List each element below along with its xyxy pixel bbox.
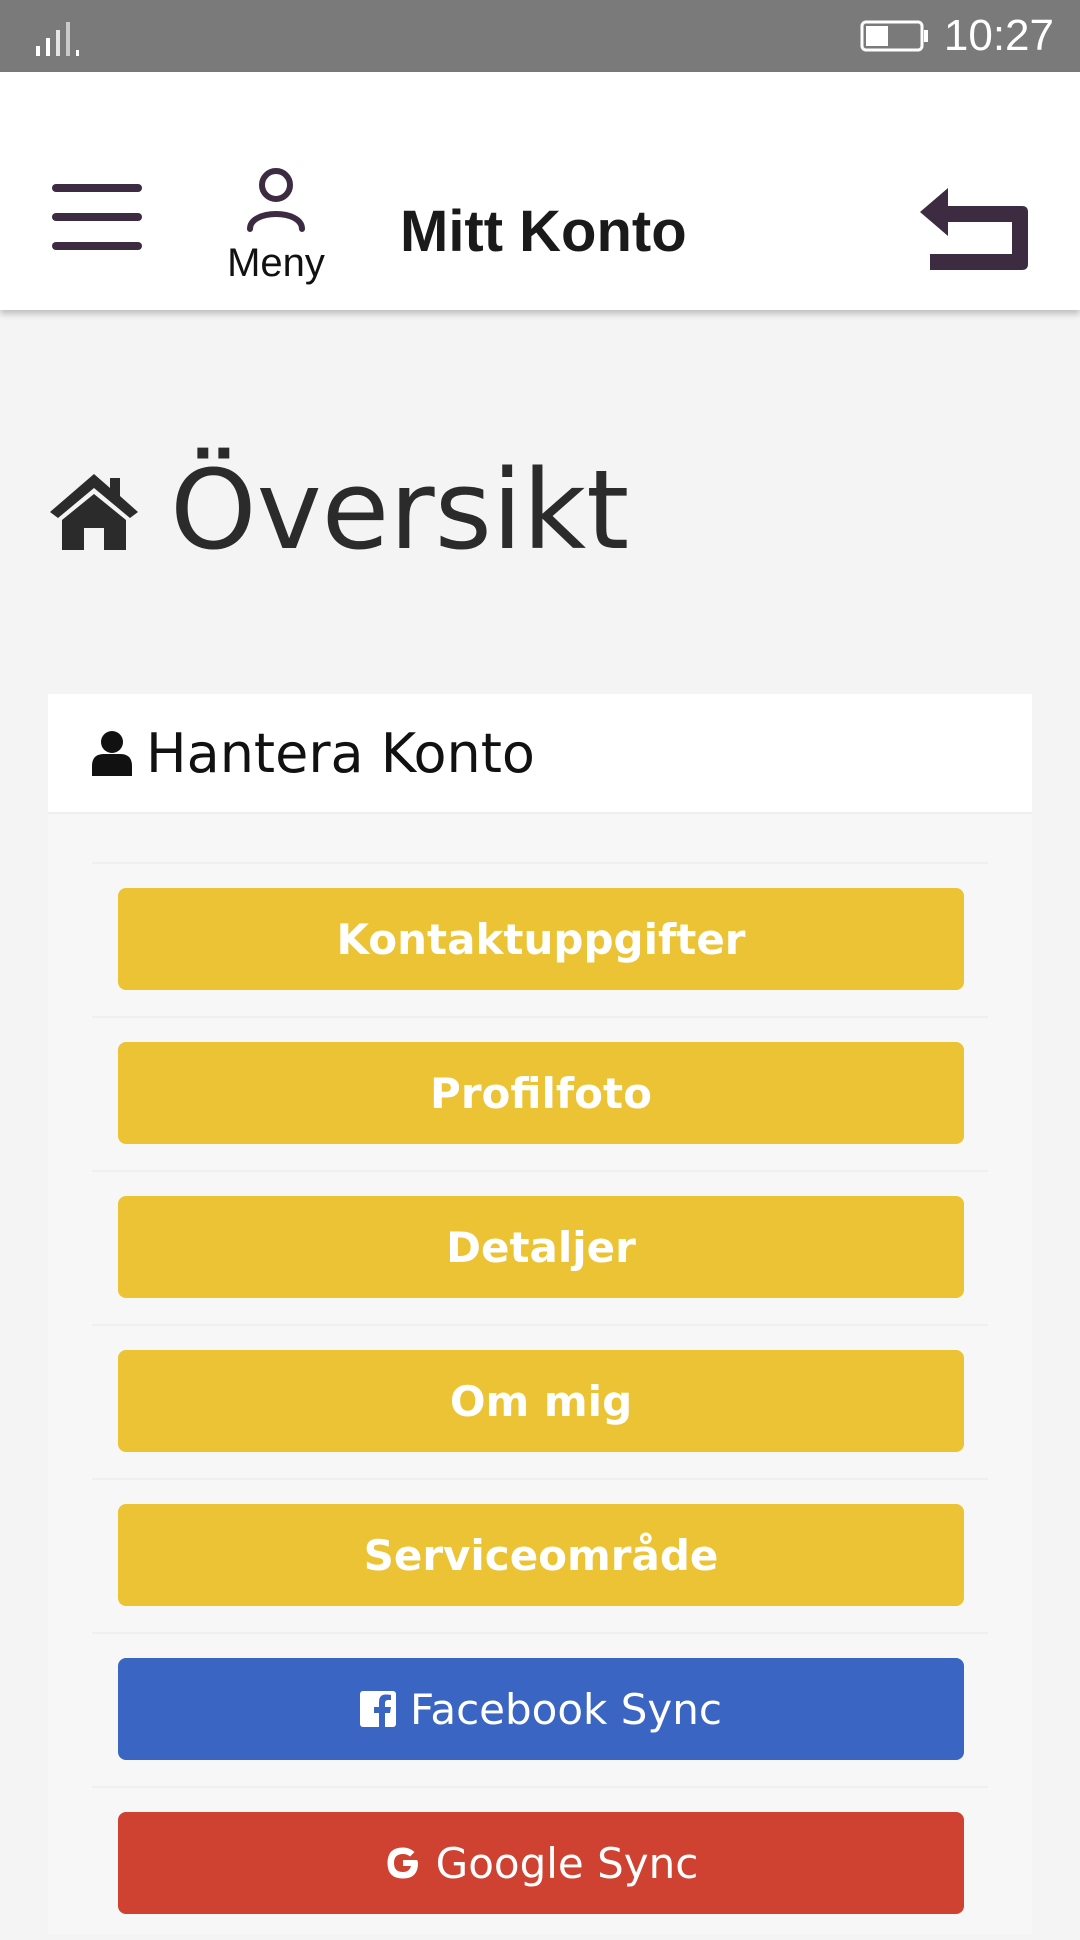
- details-button[interactable]: Detaljer: [118, 1196, 964, 1298]
- battery-icon: [860, 20, 928, 52]
- facebook-icon: [360, 1691, 397, 1727]
- about-me-button[interactable]: Om mig: [118, 1350, 964, 1452]
- menu-button[interactable]: Meny: [214, 167, 338, 297]
- list-item: Serviceområde: [92, 1478, 988, 1632]
- account-card: Hantera Konto Kontaktuppgifter Profilfot…: [48, 694, 1032, 1934]
- button-label: Detaljer: [446, 1222, 636, 1272]
- button-label: Profilfoto: [430, 1068, 652, 1118]
- button-label: Facebook Sync: [410, 1684, 722, 1734]
- facebook-sync-button[interactable]: Facebook Sync: [118, 1658, 964, 1760]
- app-header: Meny Mitt Konto: [0, 72, 1080, 310]
- hamburger-line: [52, 213, 142, 221]
- home-icon: [50, 474, 138, 550]
- hamburger-menu-button[interactable]: [52, 184, 144, 250]
- page-title: Översikt: [170, 446, 630, 574]
- status-bar: 10:27: [0, 0, 1080, 72]
- app-title: Mitt Konto: [400, 199, 687, 264]
- list-item: Detaljer: [92, 1170, 988, 1324]
- button-label: Serviceområde: [363, 1530, 719, 1580]
- list-item: Kontaktuppgifter: [92, 862, 988, 1016]
- status-time: 10:27: [943, 11, 1054, 60]
- service-area-button[interactable]: Serviceområde: [118, 1504, 964, 1606]
- card-header: Hantera Konto: [48, 694, 1032, 814]
- google-icon: [387, 1847, 418, 1879]
- hamburger-line: [52, 242, 142, 250]
- menu-label: Meny: [227, 241, 325, 285]
- list-item: Om mig: [92, 1324, 988, 1478]
- profile-photo-button[interactable]: Profilfoto: [118, 1042, 964, 1144]
- account-actions-list: Kontaktuppgifter Profilfoto Detaljer Om …: [92, 862, 988, 1940]
- back-arrow-icon[interactable]: [918, 182, 1030, 272]
- signal-icon: [36, 22, 79, 56]
- card-title: Hantera Konto: [146, 721, 535, 785]
- page-heading: Översikt: [46, 446, 629, 574]
- list-item: Google Sync: [92, 1786, 988, 1940]
- google-sync-button[interactable]: Google Sync: [118, 1812, 964, 1914]
- user-icon: [92, 731, 132, 776]
- user-outline-icon: [247, 168, 305, 232]
- hamburger-line: [52, 184, 142, 192]
- contact-details-button[interactable]: Kontaktuppgifter: [118, 888, 964, 990]
- list-item: Facebook Sync: [92, 1632, 988, 1786]
- button-label: Om mig: [449, 1376, 633, 1426]
- button-label: Kontaktuppgifter: [336, 914, 746, 964]
- button-label: Google Sync: [435, 1838, 699, 1888]
- list-item: Profilfoto: [92, 1016, 988, 1170]
